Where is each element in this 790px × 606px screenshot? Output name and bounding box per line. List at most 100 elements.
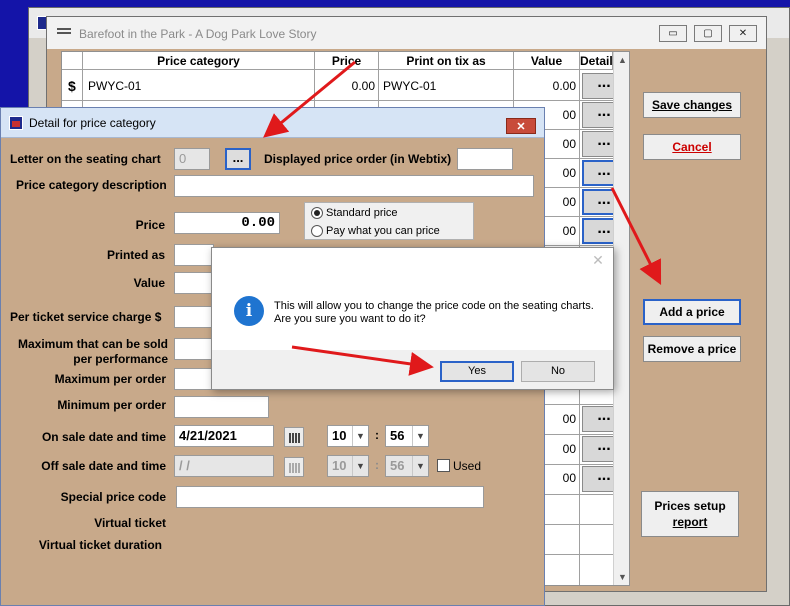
cell-value[interactable]: 00	[548, 471, 576, 485]
column-header-price-category[interactable]: Price category	[83, 52, 315, 70]
cell-value[interactable]: 00	[548, 137, 576, 151]
special-code-field[interactable]	[176, 486, 484, 508]
cell-value[interactable]: 00	[548, 166, 576, 180]
printed-as-field[interactable]	[174, 244, 214, 266]
letter-seating-chart-field[interactable]: 0	[174, 148, 210, 170]
price-field[interactable]: 0.00	[174, 212, 280, 234]
detail-titlebar: Detail for price category ✕	[1, 108, 544, 138]
off-sale-label: Off sale date and time	[41, 459, 166, 473]
price-label: Price	[135, 218, 165, 232]
chevron-down-icon: ▼	[412, 456, 428, 476]
cell-price-category[interactable]: PWYC-01	[88, 79, 141, 93]
used-label[interactable]: Used	[453, 459, 481, 473]
standard-price-radio[interactable]	[311, 207, 323, 219]
description-field[interactable]	[174, 175, 534, 197]
chevron-down-icon: ▼	[412, 426, 428, 446]
info-icon: i	[234, 296, 264, 326]
cell-value[interactable]: 00	[548, 224, 576, 238]
window-titlebar: Barefoot in the Park - A Dog Park Love S…	[47, 17, 766, 49]
value-field[interactable]	[174, 272, 214, 294]
service-charge-field[interactable]	[174, 306, 214, 328]
time-separator: :	[375, 458, 379, 472]
letter-seating-chart-label: Letter on the seating chart	[10, 152, 161, 166]
price-type-group: Standard price Pay what you can price	[304, 202, 474, 240]
cell-price[interactable]: 0.00	[315, 79, 375, 93]
remove-price-button[interactable]: Remove a price	[643, 336, 741, 362]
time-separator: :	[375, 428, 379, 442]
column-header-price[interactable]: Price	[315, 52, 379, 70]
display-order-label: Displayed price order (in Webtix)	[264, 152, 452, 166]
standard-price-label[interactable]: Standard price	[326, 207, 398, 219]
on-sale-minute-select[interactable]: 56 ▼	[385, 425, 429, 447]
cell-value[interactable]: 00	[548, 195, 576, 209]
calendar-icon[interactable]	[284, 457, 304, 477]
cell-value[interactable]: 00	[548, 442, 576, 456]
max-per-order-label: Maximum per order	[54, 372, 166, 386]
scroll-up-icon[interactable]: ▲	[614, 55, 629, 65]
cell-value[interactable]: 00	[548, 108, 576, 122]
maximize-button[interactable]: ▢	[694, 25, 722, 42]
minimize-button[interactable]: ▭	[659, 25, 687, 42]
save-changes-label: Save changes	[651, 98, 733, 112]
off-sale-minute-value: 56	[390, 458, 405, 473]
virtual-ticket-label: Virtual ticket	[94, 516, 166, 530]
virtual-duration-label: Virtual ticket duration	[38, 538, 162, 552]
chevron-down-icon: ▼	[352, 456, 368, 476]
max-sold-field[interactable]	[174, 338, 214, 360]
off-sale-date-field[interactable]: / /	[174, 455, 274, 477]
on-sale-label: On sale date and time	[41, 430, 166, 444]
letter-picker-button[interactable]: ...	[225, 148, 251, 170]
cell-print-on-tix[interactable]: PWYC-01	[383, 79, 436, 93]
calendar-icon[interactable]	[284, 427, 304, 447]
cell-value[interactable]: 00	[548, 412, 576, 426]
cell-value[interactable]: 0.00	[514, 79, 576, 93]
min-per-order-label: Minimum per order	[57, 398, 166, 412]
off-sale-hour-select[interactable]: 10 ▼	[327, 455, 369, 477]
chevron-down-icon: ▼	[352, 426, 368, 446]
scroll-down-icon[interactable]: ▼	[614, 572, 629, 582]
confirm-dialog: ✕ i This will allow you to change the pr…	[211, 247, 614, 390]
dialog-message: This will allow you to change the price …	[274, 300, 594, 325]
on-sale-hour-value: 10	[332, 428, 347, 443]
max-per-order-field[interactable]	[174, 368, 214, 390]
service-charge-label: Per ticket service charge $	[10, 310, 162, 324]
prices-setup-report-button[interactable]: Prices setup report	[641, 491, 739, 537]
max-sold-label: Maximum that can be sold	[17, 337, 168, 351]
cancel-button[interactable]: Cancel	[643, 134, 741, 160]
prices-setup-report-label: report	[672, 515, 708, 529]
pay-what-you-can-radio[interactable]	[311, 225, 323, 237]
column-header-value[interactable]: Value	[514, 52, 580, 70]
column-header-marker	[62, 52, 83, 70]
special-code-label: Special price code	[60, 490, 166, 504]
app-icon	[9, 116, 23, 130]
pay-what-you-can-label[interactable]: Pay what you can price	[326, 225, 440, 237]
min-per-order-field[interactable]	[174, 396, 269, 418]
close-button[interactable]: ✕	[729, 25, 757, 42]
on-sale-hour-select[interactable]: 10 ▼	[327, 425, 369, 447]
off-sale-minute-select[interactable]: 56 ▼	[385, 455, 429, 477]
description-label: Price category description	[16, 178, 167, 192]
window-menu-icon[interactable]	[57, 28, 71, 38]
close-icon[interactable]: ✕	[590, 252, 606, 268]
yes-button[interactable]: Yes	[440, 361, 514, 382]
window-title: Barefoot in the Park - A Dog Park Love S…	[79, 27, 317, 41]
printed-as-label: Printed as	[106, 248, 165, 262]
add-price-button[interactable]: Add a price	[643, 299, 741, 325]
off-sale-hour-value: 10	[332, 458, 347, 473]
on-sale-date-field[interactable]: 4/21/2021	[174, 425, 274, 447]
prices-setup-report-label: Prices setup	[654, 499, 726, 513]
row-marker: $	[68, 78, 76, 94]
close-button[interactable]: ✕	[506, 118, 536, 134]
display-order-field[interactable]	[457, 148, 513, 170]
value-label: Value	[133, 276, 165, 290]
vertical-scrollbar[interactable]: ▲ ▼	[613, 52, 629, 585]
row-divider	[62, 100, 613, 101]
no-button[interactable]: No	[521, 361, 595, 382]
used-checkbox[interactable]	[437, 459, 450, 472]
detail-window-title: Detail for price category	[29, 116, 156, 130]
column-header-details[interactable]: Details	[580, 52, 619, 70]
on-sale-minute-value: 56	[390, 428, 405, 443]
column-header-print-on-tix[interactable]: Print on tix as	[379, 52, 514, 70]
max-sold-label-line-2: per performance	[73, 352, 168, 366]
save-changes-button[interactable]: Save changes	[643, 92, 741, 118]
